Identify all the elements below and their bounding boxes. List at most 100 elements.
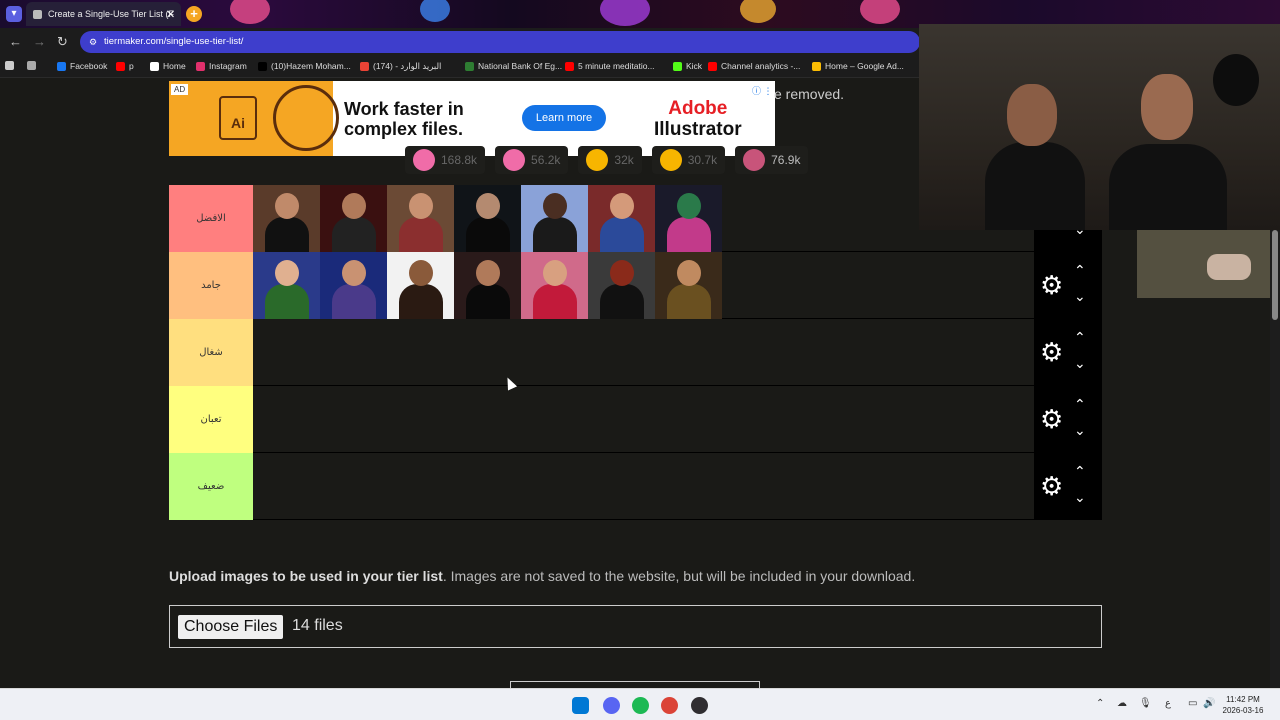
bookmark-item[interactable]: Home – Google Ad... — [812, 61, 904, 71]
bookmark-item[interactable]: (10)Hazem Moham... — [258, 61, 351, 71]
discord-icon[interactable] — [603, 697, 620, 714]
move-tier-down-icon[interactable]: ⌄ — [1074, 355, 1086, 372]
tier-items — [253, 185, 722, 252]
tab-groups-icon[interactable] — [27, 61, 36, 70]
bookmark-item[interactable]: Facebook — [57, 61, 107, 71]
site-info-icon[interactable]: ⚙ — [89, 37, 97, 48]
volume-icon[interactable]: 🔊 — [1203, 698, 1215, 709]
wrestler-image[interactable] — [454, 185, 521, 252]
reaction-button[interactable]: 32k — [578, 146, 642, 174]
tier-settings-gear-icon[interactable]: ⚙ — [1040, 272, 1063, 298]
choose-files-button[interactable]: Choose Files — [178, 615, 284, 639]
tier-settings-gear-icon[interactable]: ⚙ — [1040, 406, 1063, 432]
bookmark-item[interactable]: Channel analytics -... — [708, 61, 800, 71]
reaction-button[interactable]: 76.9k — [735, 146, 809, 174]
scrollbar-thumb[interactable] — [1272, 230, 1278, 320]
wrestler-image[interactable] — [387, 185, 454, 252]
wrestler-head — [476, 193, 500, 219]
apps-grid-icon[interactable] — [5, 61, 14, 70]
spotify-icon[interactable] — [632, 697, 649, 714]
next-section-box — [510, 681, 760, 688]
tab-close-icon[interactable]: ✕ — [166, 8, 175, 21]
file-upload-field[interactable]: Choose Files 14 files — [169, 605, 1102, 648]
bookmark-label: (10)Hazem Moham... — [271, 61, 351, 71]
tab-search-icon[interactable]: ▾ — [6, 6, 22, 22]
tab-tiermaker[interactable]: Create a Single-Use Tier List (F — [26, 2, 181, 26]
ad-learn-more-button[interactable]: Learn more — [522, 105, 606, 131]
wrestler-head — [409, 260, 433, 286]
wrestler-image[interactable] — [588, 185, 655, 252]
wrestler-body — [600, 217, 644, 252]
bookmark-item[interactable]: National Bank Of Eg... — [465, 61, 562, 71]
tier-settings-gear-icon[interactable]: ⚙ — [1040, 339, 1063, 365]
language-indicator[interactable]: ع — [1165, 698, 1171, 709]
advertisement-banner[interactable]: Ai AD Work faster in complex files. Lear… — [169, 81, 775, 156]
wrestler-head — [543, 193, 567, 219]
ad-info-icon[interactable]: ⓘ ⋮ — [752, 84, 773, 97]
move-tier-down-icon[interactable]: ⌄ — [1074, 422, 1086, 439]
reload-button[interactable]: ↻ — [57, 34, 68, 50]
tier-settings-gear-icon[interactable]: ⚙ — [1040, 473, 1063, 499]
tier-label[interactable]: الافضل — [169, 185, 253, 252]
windows-taskbar: ⌃ ☁ 🎙 ع ▭ 🔊 11:42 PM 2026-03-16 — [0, 688, 1280, 720]
reaction-count: 56.2k — [531, 153, 561, 167]
wrestler-image[interactable] — [253, 252, 320, 319]
bookmark-item[interactable]: p — [116, 61, 134, 71]
tab-title: Create a Single-Use Tier List (F — [48, 9, 175, 19]
move-tier-up-icon[interactable]: ⌃ — [1074, 329, 1086, 346]
wrestler-image[interactable] — [588, 252, 655, 319]
bookmark-item[interactable]: Home — [150, 61, 186, 71]
network-cloud-icon[interactable]: ☁ — [1117, 698, 1127, 709]
reaction-button[interactable]: 30.7k — [651, 146, 726, 174]
wrestler-image[interactable] — [454, 252, 521, 319]
tier-label[interactable]: تعبان — [169, 386, 253, 453]
reaction-button[interactable]: 168.8k — [405, 146, 486, 174]
wrestler-image[interactable] — [655, 185, 722, 252]
wrestler-image[interactable] — [320, 185, 387, 252]
reaction-button[interactable]: 56.2k — [495, 146, 569, 174]
address-bar[interactable]: ⚙ tiermaker.com/single-use-tier-list/ — [80, 31, 920, 53]
microphone-icon[interactable]: 🎙 — [1139, 698, 1152, 709]
wrestler-body — [265, 284, 309, 319]
wrestler-head — [610, 193, 634, 219]
wrestler-image[interactable] — [521, 185, 588, 252]
bookmark-item[interactable]: 5 minute meditatio... — [565, 61, 655, 71]
wrestler-image[interactable] — [387, 252, 454, 319]
wrestler-image[interactable] — [320, 252, 387, 319]
tray-overflow-icon[interactable]: ⌃ — [1096, 698, 1104, 709]
wifi-icon[interactable]: ▭ — [1188, 698, 1197, 709]
bank-icon — [465, 61, 474, 71]
bookmark-item[interactable]: Kick — [673, 61, 702, 71]
obs-icon[interactable] — [691, 697, 708, 714]
move-tier-up-icon[interactable]: ⌃ — [1074, 396, 1086, 413]
tier-items — [253, 252, 722, 319]
move-tier-up-icon[interactable]: ⌃ — [1074, 463, 1086, 480]
wrestler-head — [409, 193, 433, 219]
move-tier-down-icon[interactable]: ⌄ — [1074, 288, 1086, 305]
wrestler-image[interactable] — [521, 252, 588, 319]
decorative-blob — [740, 0, 776, 23]
chrome-icon[interactable] — [661, 697, 678, 714]
new-tab-button[interactable]: + — [186, 6, 202, 22]
wrestler-body — [332, 284, 376, 319]
move-tier-up-icon[interactable]: ⌃ — [1074, 262, 1086, 279]
wrestler-image[interactable] — [655, 252, 722, 319]
youtube-icon — [565, 61, 574, 71]
tier-label[interactable]: جامد — [169, 252, 253, 319]
tier-label[interactable]: ضعيف — [169, 453, 253, 520]
tier-label[interactable]: شغال — [169, 319, 253, 386]
kick-icon — [673, 61, 682, 71]
bookmark-item[interactable]: Instagram — [196, 61, 247, 71]
reaction-emoji-icon — [503, 149, 526, 171]
wrestler-body — [533, 217, 577, 252]
wrestler-image[interactable] — [253, 185, 320, 252]
windows-start-icon[interactable] — [572, 697, 589, 714]
bookmark-item[interactable]: (174) - البريد الوارد — [360, 61, 441, 72]
bookmark-label: Channel analytics -... — [721, 61, 801, 71]
wrestler-body — [667, 284, 711, 319]
bookmark-label: National Bank Of Eg... — [478, 61, 563, 71]
forward-button[interactable]: → — [33, 34, 46, 49]
system-clock[interactable]: 11:42 PM 2026-03-16 — [1222, 694, 1264, 716]
back-button[interactable]: ← — [9, 34, 22, 49]
move-tier-down-icon[interactable]: ⌄ — [1074, 489, 1086, 506]
